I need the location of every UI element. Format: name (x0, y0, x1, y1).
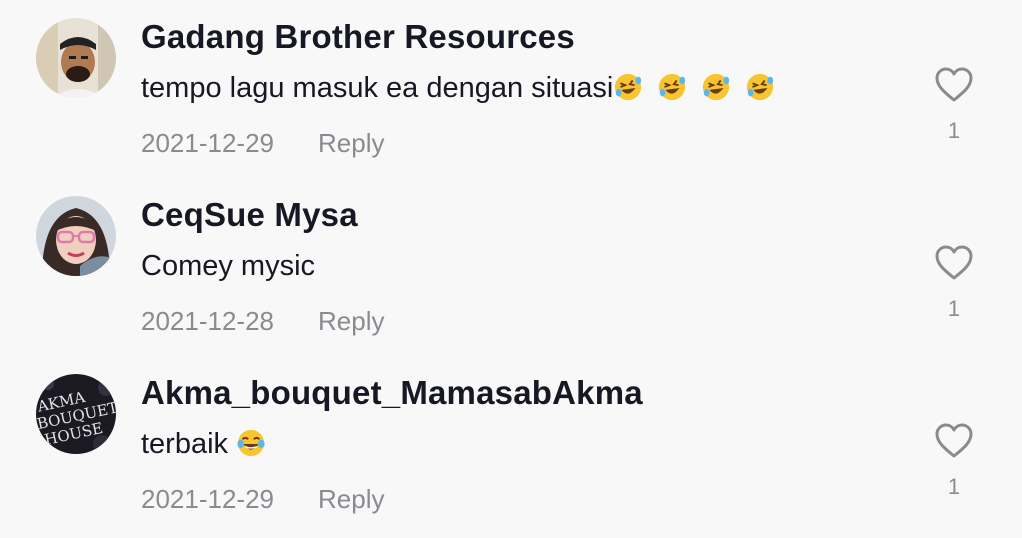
heart-icon[interactable] (934, 422, 974, 460)
comment-text: terbaik (141, 428, 266, 461)
reply-button[interactable]: Reply (318, 484, 384, 514)
avatar-photo-woman-icon (36, 196, 116, 276)
tears-of-joy-emoji-icon (236, 428, 266, 458)
avatar[interactable]: AKMA BOUQUET HOUSE (36, 374, 116, 454)
comment-username[interactable]: Gadang Brother Resources (141, 18, 575, 56)
avatar-logo-bouquet-icon: AKMA BOUQUET HOUSE (36, 374, 116, 454)
comment-username[interactable]: Akma_bouquet_MamasabAkma (141, 374, 643, 412)
rofl-emoji-icon (745, 72, 775, 102)
heart-icon[interactable] (934, 66, 974, 104)
like-button[interactable]: 1 (932, 244, 976, 322)
comment-text-content: Comey mysic (141, 250, 316, 282)
heart-icon[interactable] (934, 244, 974, 282)
comment-text: Comey mysic (141, 250, 315, 283)
comment-item: CeqSue Mysa Comey mysic 2021-12-28 Reply … (0, 178, 1022, 356)
like-button[interactable]: 1 (932, 66, 976, 144)
comment-date: 2021-12-28 (141, 306, 274, 336)
like-count: 1 (947, 474, 961, 499)
rofl-emoji-icon (613, 72, 643, 102)
comment-username[interactable]: CeqSue Mysa (141, 196, 358, 234)
rofl-emoji-icon (657, 72, 687, 102)
like-count: 1 (947, 296, 961, 321)
comment-text-content: terbaik (141, 428, 229, 460)
comment-date: 2021-12-29 (141, 484, 274, 514)
avatar-photo-man-icon (36, 18, 116, 98)
rofl-emoji-icon (701, 72, 731, 102)
reply-button[interactable]: Reply (318, 128, 384, 158)
comment-text-content: tempo lagu masuk ea dengan situasi (141, 72, 614, 104)
like-count: 1 (947, 118, 961, 143)
comment-item: Gadang Brother Resources tempo lagu masu… (0, 0, 1022, 178)
comment-meta: 2021-12-28 Reply (141, 306, 384, 337)
avatar[interactable] (36, 196, 116, 276)
reply-button[interactable]: Reply (318, 306, 384, 336)
comment-meta: 2021-12-29 Reply (141, 128, 384, 159)
comment-date: 2021-12-29 (141, 128, 274, 158)
comment-meta: 2021-12-29 Reply (141, 484, 384, 515)
comment-text: tempo lagu masuk ea dengan situasi (141, 72, 775, 105)
like-button[interactable]: 1 (932, 422, 976, 500)
comment-item: AKMA BOUQUET HOUSE Akma_bouquet_MamasabA… (0, 356, 1022, 534)
comment-list: Gadang Brother Resources tempo lagu masu… (0, 0, 1022, 538)
avatar[interactable] (36, 18, 116, 98)
